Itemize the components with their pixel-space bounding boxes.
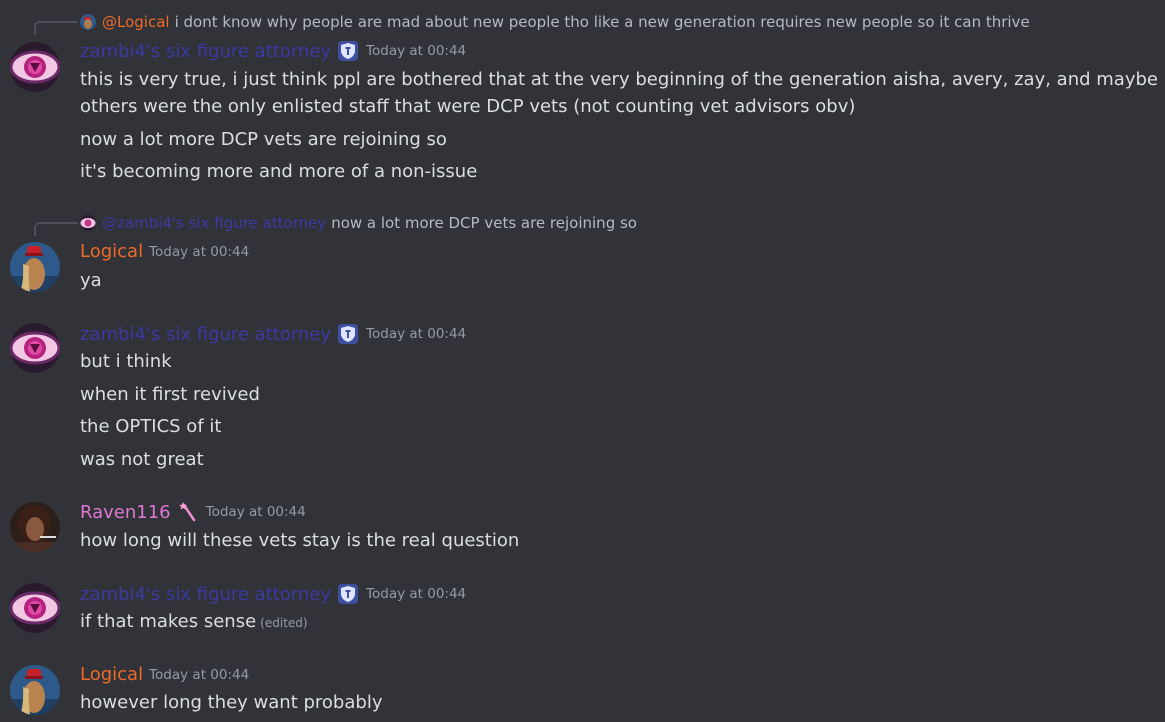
zambi-avatar-eye [10,42,60,92]
message-text: but i think [80,351,172,372]
reply-preview[interactable]: @zambi4's six figure attorney now a lot … [80,212,637,234]
message-text: now a lot more DCP vets are rejoining so [80,129,447,150]
timestamp[interactable]: Today at 00:44 [149,244,249,260]
timestamp[interactable]: Today at 00:44 [149,667,249,683]
timestamp[interactable]: Today at 00:44 [206,504,306,520]
message-text: ya [80,270,102,291]
timestamp[interactable]: Today at 00:44 [366,586,466,602]
reply-author[interactable]: @Logical [102,13,170,31]
message-header: zambi4's six figure attorney Today at 00… [80,323,466,345]
reply-text[interactable]: now a lot more DCP vets are rejoining so [331,214,637,232]
username[interactable]: zambi4's six figure attorney [80,41,331,62]
timestamp[interactable]: Today at 00:44 [366,43,466,59]
reply-preview[interactable]: @Logical i dont know why people are mad … [80,11,1030,33]
message-text: it's becoming more and more of a non-iss… [80,161,478,182]
zambi-avatar-eye [10,323,60,373]
message-header: Logical Today at 00:44 [80,664,249,685]
username[interactable]: Logical [80,664,143,685]
message-text: others were the only enlisted staff that… [80,96,856,117]
avatar[interactable] [10,323,60,373]
reply-connector [34,222,78,236]
reply-author[interactable]: @zambi4's six figure attorney [102,214,326,232]
message-text: however long they want probably [80,692,383,713]
message-text: the OPTICS of it [80,416,222,437]
username[interactable]: zambi4's six figure attorney [80,324,331,345]
logical-avatar [10,242,60,292]
reply-connector [34,21,78,35]
raven-avatar [10,502,60,552]
message-text-content: if that makes sense [80,611,257,632]
logical-mini-avatar [80,14,96,30]
reply-text[interactable]: i dont know why people are mad about new… [175,13,1030,31]
username[interactable]: Logical [80,241,143,262]
message-text: if that makes sense (edited) [80,608,308,637]
avatar[interactable] [10,42,60,92]
message-text: when it first revived [80,384,260,405]
message-header: zambi4's six figure attorney Today at 00… [80,40,466,62]
message-text: was not great [80,449,204,470]
avatar[interactable] [10,665,60,715]
username[interactable]: Raven116 [80,502,171,523]
logical-avatar [10,665,60,715]
timestamp[interactable]: Today at 00:44 [366,326,466,342]
shield-badge-icon[interactable] [337,323,359,345]
zambi-mini-avatar [80,215,96,231]
username[interactable]: zambi4's six figure attorney [80,584,331,605]
shield-badge-icon[interactable] [337,583,359,605]
zambi-avatar-eye [10,583,60,633]
message-header: Logical Today at 00:44 [80,241,249,262]
magic-wand-icon[interactable] [177,501,199,523]
shield-badge-icon[interactable] [337,40,359,62]
message-header: zambi4's six figure attorney Today at 00… [80,583,466,605]
avatar[interactable] [10,583,60,633]
message-text: how long will these vets stay is the rea… [80,530,520,551]
message-header: Raven116 Today at 00:44 [80,501,306,523]
avatar[interactable] [10,242,60,292]
message-text: this is very true, i just think ppl are … [80,69,1165,90]
avatar[interactable] [10,502,60,552]
edited-indicator[interactable]: (edited) [260,616,307,630]
